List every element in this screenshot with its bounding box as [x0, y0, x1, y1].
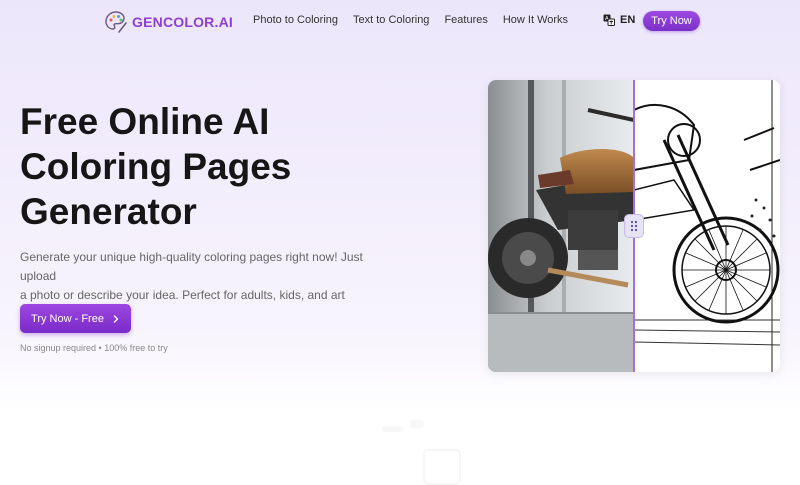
drag-handle-icon: [630, 220, 638, 232]
hero-description-line: Generate your unique high-quality colori…: [20, 250, 363, 283]
hero-title-line: Free Online AI: [20, 101, 270, 142]
try-now-free-button[interactable]: Try Now - Free: [20, 304, 131, 333]
cta-note: No signup required • 100% free to try: [20, 343, 168, 353]
faded-decoration: [382, 420, 461, 485]
hero-title-line: Coloring Pages: [20, 146, 292, 187]
brand-logo[interactable]: GENCOLOR.AI: [104, 10, 233, 34]
hero-title-line: Generator: [20, 191, 197, 232]
motorcycle-photo: [488, 80, 634, 372]
coloring-page-preview: [634, 80, 780, 372]
language-label: EN: [620, 14, 636, 26]
cta-label: Try Now - Free: [31, 312, 104, 325]
main-nav: Photo to Coloring Text to Coloring Featu…: [253, 14, 583, 26]
nav-features[interactable]: Features: [444, 14, 487, 26]
before-after-compare[interactable]: [488, 80, 780, 372]
chevron-right-icon: [113, 314, 119, 323]
palette-icon: [105, 11, 127, 33]
language-switcher[interactable]: A EN: [603, 14, 635, 26]
nav-photo-to-coloring[interactable]: Photo to Coloring: [253, 14, 338, 26]
site-header: GENCOLOR.AI Photo to Coloring Text to Co…: [0, 0, 800, 42]
nav-text-to-coloring[interactable]: Text to Coloring: [353, 14, 429, 26]
hero-title: Free Online AI Coloring Pages Generator: [20, 99, 440, 234]
header-try-now-button[interactable]: Try Now: [643, 11, 700, 31]
compare-slider-handle[interactable]: [624, 214, 644, 238]
nav-how-it-works[interactable]: How It Works: [503, 14, 568, 26]
translate-icon: A: [603, 14, 615, 26]
brand-name: GENCOLOR.AI: [132, 14, 233, 30]
